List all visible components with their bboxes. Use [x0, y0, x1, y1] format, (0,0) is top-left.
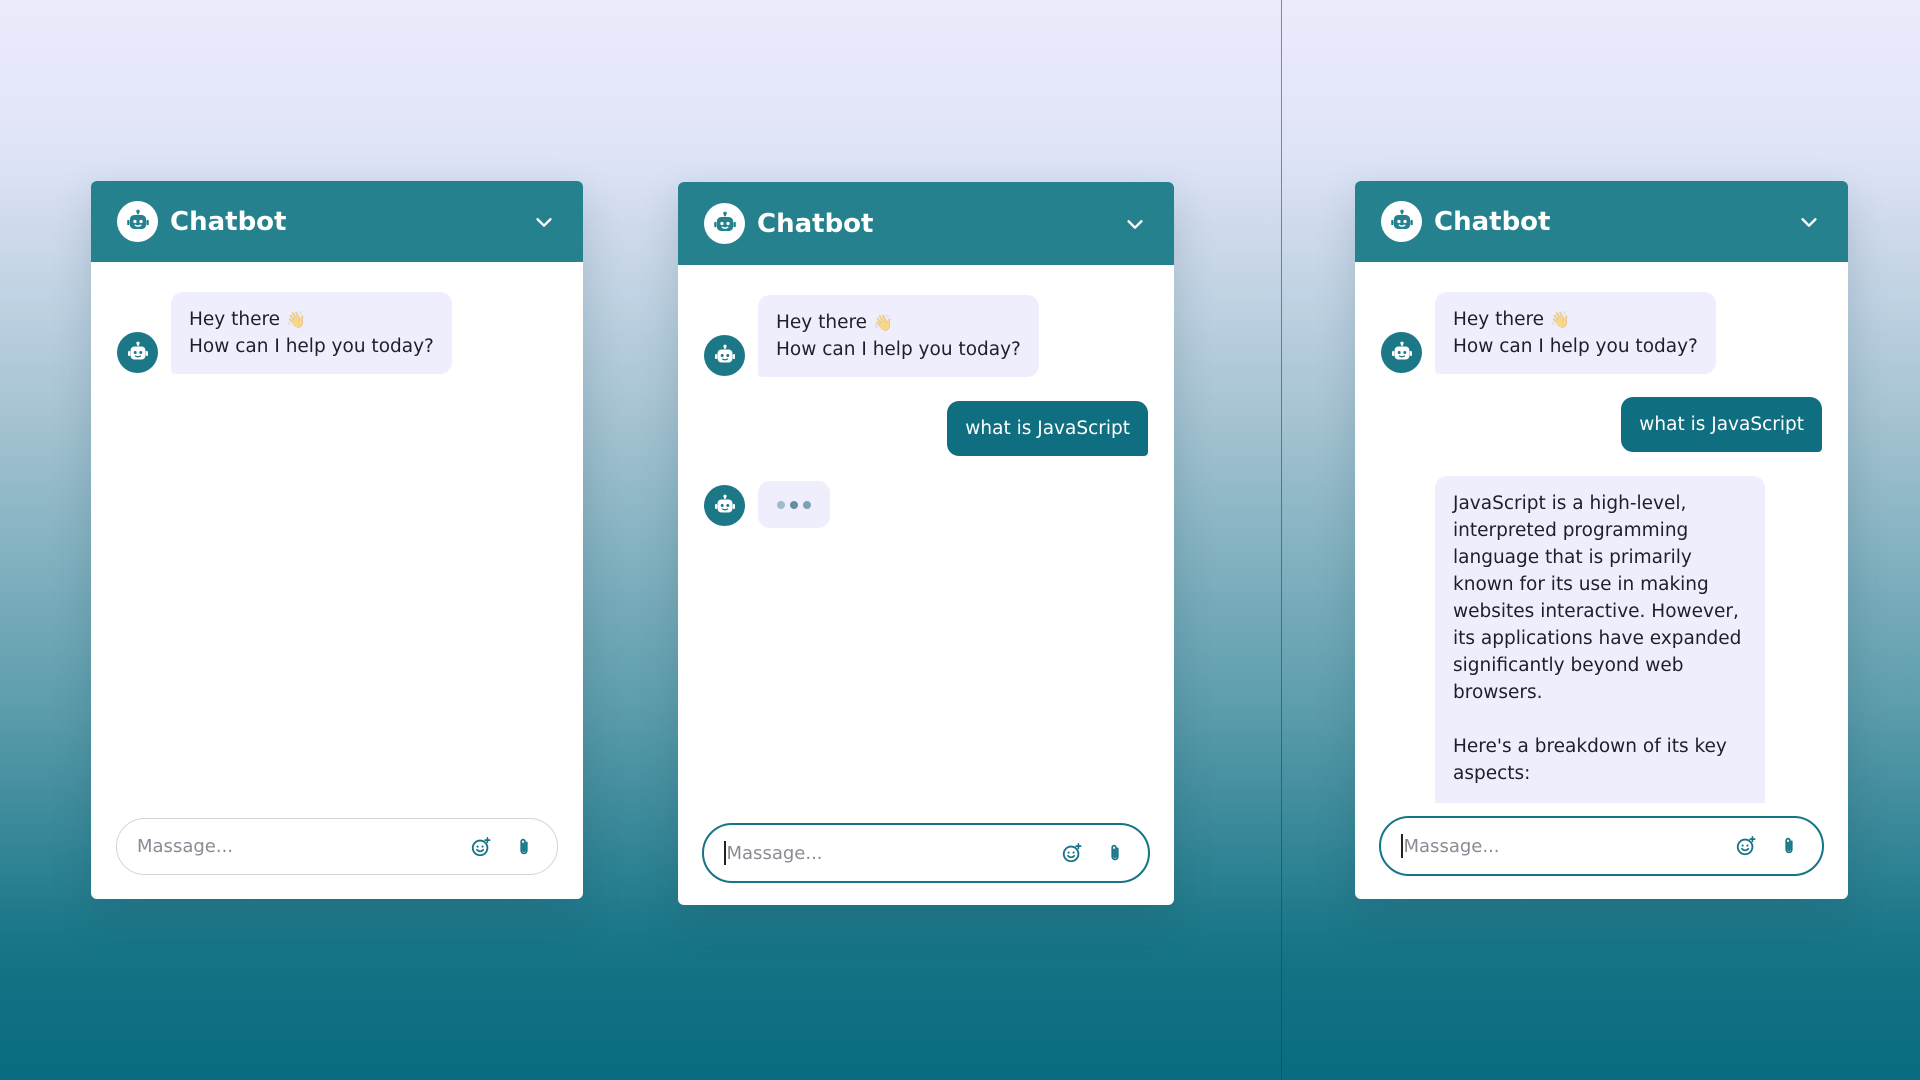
greeting-line: Hey there — [1453, 309, 1545, 330]
bot-message: Hey there 👋 How can I help you today? — [171, 292, 452, 374]
paperclip-icon[interactable] — [511, 834, 537, 860]
greeting-line: Hey there — [189, 309, 281, 330]
chevron-down-icon[interactable] — [1122, 211, 1148, 237]
smiley-icon[interactable] — [1059, 840, 1085, 866]
smiley-icon[interactable] — [1733, 833, 1759, 859]
user-message: what is JavaScript — [1621, 397, 1822, 452]
chat-header: Chatbot — [91, 181, 583, 262]
chat-header: Chatbot — [1355, 181, 1848, 262]
text-caret — [1401, 834, 1403, 858]
message-input-bar — [116, 818, 558, 875]
user-message: what is JavaScript — [947, 401, 1148, 456]
typing-dot — [777, 500, 785, 509]
message-input-bar — [702, 823, 1150, 883]
robot-icon — [1381, 332, 1422, 373]
robot-icon — [704, 335, 745, 376]
message-input[interactable] — [137, 836, 451, 857]
typing-dot — [790, 500, 798, 509]
waving-hand-emoji: 👋 — [872, 313, 893, 332]
robot-icon — [117, 332, 158, 373]
paperclip-icon[interactable] — [1776, 833, 1802, 859]
greeting-question: How can I help you today? — [189, 336, 434, 357]
chevron-down-icon[interactable] — [531, 209, 557, 235]
robot-icon — [704, 203, 745, 244]
message-input-bar — [1379, 816, 1824, 876]
answer-paragraph: JavaScript is a high-level, interpreted … — [1453, 493, 1742, 703]
message-input[interactable] — [726, 842, 1042, 864]
bot-message: Hey there 👋 How can I help you today? — [758, 295, 1039, 377]
greeting-line: Hey there — [776, 312, 868, 333]
smiley-icon[interactable] — [468, 834, 494, 860]
chat-body: Hey there 👋 How can I help you today? — [91, 262, 583, 899]
chat-window-3: Chatbot Hey there 👋 How can I help you t… — [1355, 181, 1848, 899]
bot-answer: JavaScript is a high-level, interpreted … — [1435, 476, 1765, 803]
chat-title: Chatbot — [1434, 206, 1551, 237]
bot-message: Hey there 👋 How can I help you today? — [1435, 292, 1716, 374]
chat-title: Chatbot — [757, 208, 874, 239]
chat-window-1: Chatbot Hey there 👋 How can I help you t… — [91, 181, 583, 899]
chat-body: Hey there 👋 How can I help you today? wh… — [1355, 262, 1848, 899]
waving-hand-emoji: 👋 — [1549, 310, 1570, 329]
chat-body: Hey there 👋 How can I help you today? wh… — [678, 265, 1174, 905]
chat-header: Chatbot — [678, 182, 1174, 265]
robot-icon — [117, 201, 158, 242]
paperclip-icon[interactable] — [1102, 840, 1128, 866]
chat-title: Chatbot — [170, 206, 287, 237]
waving-hand-emoji: 👋 — [285, 310, 306, 329]
greeting-question: How can I help you today? — [776, 339, 1021, 360]
screen-divider — [1281, 0, 1282, 1080]
chat-window-2: Chatbot Hey there 👋 How can I help you t… — [678, 182, 1174, 905]
message-input[interactable] — [1403, 835, 1716, 857]
chevron-down-icon[interactable] — [1796, 209, 1822, 235]
typing-dot — [803, 500, 811, 509]
text-caret — [724, 841, 726, 865]
answer-paragraph: Here's a breakdown of its key aspects: — [1453, 736, 1727, 784]
robot-icon — [704, 485, 745, 526]
typing-indicator — [758, 481, 830, 528]
robot-icon — [1381, 201, 1422, 242]
greeting-question: How can I help you today? — [1453, 336, 1698, 357]
